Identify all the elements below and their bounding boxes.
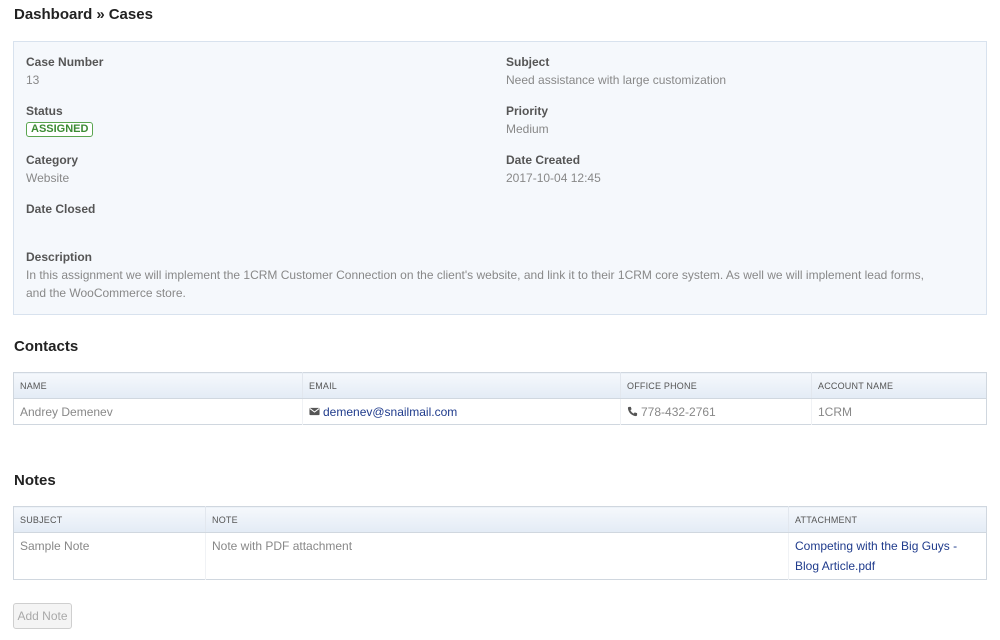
description-label: Description (26, 250, 93, 264)
subject-field: Subject Need assistance with large custo… (506, 55, 726, 88)
contacts-header-row: NAME EMAIL OFFICE PHONE ACCOUNT NAME (13, 372, 987, 399)
notes-heading: Notes (14, 472, 56, 489)
subject-value: Need assistance with large customization (506, 73, 727, 87)
status-badge: ASSIGNED (26, 122, 94, 137)
case-number-value: 13 (26, 73, 40, 87)
note-text: Note with PDF attachment (205, 532, 789, 580)
date-closed-field: Date Closed (26, 202, 95, 219)
note-attachment-cell: Competing with the Big Guys - Blog Artic… (789, 533, 987, 580)
date-created-label: Date Created (506, 153, 581, 167)
category-field: Category Website (26, 153, 78, 186)
description-field: Description In this assignment we will i… (26, 250, 946, 302)
category-value: Website (26, 171, 70, 185)
contacts-table: NAME EMAIL OFFICE PHONE ACCOUNT NAME And… (13, 372, 987, 425)
column-header-account-name[interactable]: ACCOUNT NAME (811, 372, 987, 399)
contact-name[interactable]: Andrey Demenev (13, 398, 303, 425)
column-header-name[interactable]: NAME (13, 372, 303, 399)
priority-value: Medium (506, 122, 549, 136)
add-note-button[interactable]: Add Note (13, 603, 72, 629)
breadcrumb: Dashboard» Cases (14, 6, 153, 23)
subject-label: Subject (506, 55, 550, 69)
date-created-value: 2017-10-04 12:45 (506, 171, 601, 185)
date-closed-label: Date Closed (26, 202, 96, 216)
priority-label: Priority (506, 104, 549, 118)
category-label: Category (26, 153, 79, 167)
case-number-label: Case Number (26, 55, 104, 69)
table-row: Sample Note Note with PDF attachment Com… (13, 532, 987, 580)
date-created-field: Date Created 2017-10-04 12:45 (506, 153, 601, 186)
column-header-attachment[interactable]: ATTACHMENT (788, 506, 987, 533)
notes-header-row: SUBJECT NOTE ATTACHMENT (13, 506, 987, 533)
breadcrumb-separator: » (96, 6, 105, 23)
contacts-heading: Contacts (14, 338, 79, 355)
breadcrumb-current: Cases (108, 6, 153, 23)
description-value: In this assignment we will implement the… (26, 268, 924, 300)
case-detail-panel: Case Number 13 Subject Need assistance w… (13, 41, 987, 315)
envelope-icon (309, 407, 320, 415)
case-number-field: Case Number 13 (26, 55, 103, 88)
status-field: Status ASSIGNED (26, 104, 94, 137)
breadcrumb-dashboard-link[interactable]: Dashboard (14, 6, 92, 23)
contact-phone-cell: 778-432-2761 (620, 398, 812, 425)
notes-table: SUBJECT NOTE ATTACHMENT Sample Note Note… (13, 506, 987, 580)
note-subject[interactable]: Sample Note (13, 532, 206, 580)
status-label: Status (26, 104, 63, 118)
attachment-link[interactable]: Competing with the Big Guys - Blog Artic… (795, 536, 980, 576)
contact-email-link[interactable]: demenev@snailmail.com (323, 405, 457, 419)
priority-field: Priority Medium (506, 104, 549, 137)
column-header-subject[interactable]: SUBJECT (13, 506, 206, 533)
contact-account: 1CRM (818, 404, 853, 419)
contact-email-cell: demenev@snailmail.com (302, 398, 621, 425)
column-header-email[interactable]: EMAIL (302, 372, 621, 399)
contact-phone: 778-432-2761 (641, 404, 716, 419)
phone-icon (627, 406, 638, 416)
table-row: Andrey Demenev demenev@snailmail.com 778… (13, 398, 987, 425)
column-header-office-phone[interactable]: OFFICE PHONE (620, 372, 812, 399)
column-header-note[interactable]: NOTE (205, 506, 789, 533)
